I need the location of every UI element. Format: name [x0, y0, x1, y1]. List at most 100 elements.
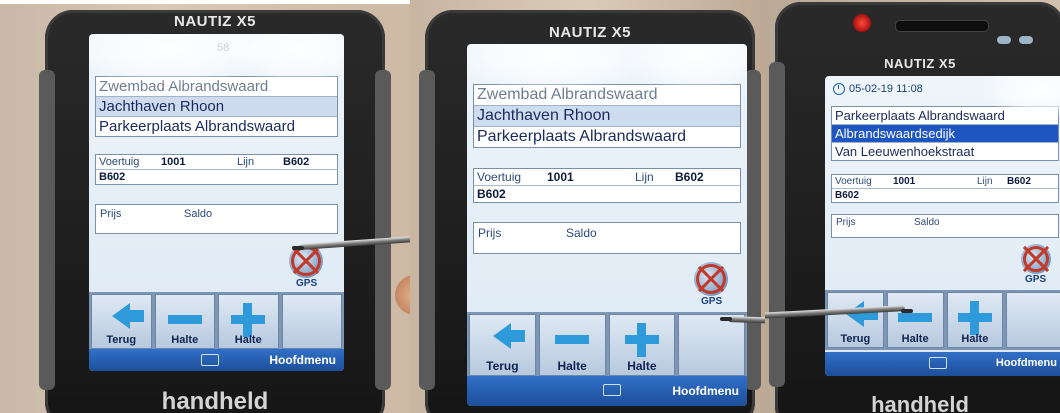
menu-bar: Hoofdmenu	[825, 352, 1060, 376]
stop-item[interactable]: Van Leeuwenhoekstraat	[832, 143, 1058, 160]
empty-button[interactable]	[281, 294, 342, 349]
button-bar: Terug Halte Halte	[467, 312, 747, 378]
device-brand: NAUTIZ X5	[548, 24, 631, 41]
stylus-tip	[901, 309, 913, 313]
main-menu-button[interactable]: Hoofdmenu	[269, 353, 336, 367]
device-brand: NAUTIZ X5	[173, 13, 256, 30]
minus-icon	[898, 313, 933, 322]
gps-label: GPS	[1025, 274, 1047, 285]
next-stop-label: Halte	[961, 333, 989, 345]
back-button[interactable]: Terug	[827, 292, 884, 348]
back-button-label: Terug	[840, 333, 871, 345]
route-row: B602	[832, 189, 1058, 202]
lijn-value: B602	[283, 156, 310, 168]
stop-item-selected[interactable]: Jachthaven Rhoon	[96, 97, 337, 117]
lijn-value: B602	[1007, 176, 1031, 187]
stylus-tip	[292, 246, 304, 250]
previous-stop-button[interactable]: Halte	[886, 292, 944, 348]
next-stop-button[interactable]: Halte	[218, 294, 279, 349]
next-stop-label: Halte	[627, 359, 657, 373]
vehicle-info: Voertuig 1001 Lijn B602 B602	[95, 154, 338, 185]
route-value: B602	[835, 190, 859, 201]
back-button-label: Terug	[106, 334, 137, 346]
route-value: B602	[99, 171, 126, 183]
menu-bar: Hoofdmenu	[89, 349, 344, 371]
next-stop-label: Halte	[234, 334, 262, 346]
stop-item-selected[interactable]: Albrandswaardsedijk	[832, 125, 1058, 143]
prijs-label: Prijs	[478, 226, 502, 240]
screen-glare	[467, 44, 647, 90]
main-menu-button[interactable]: Hoofdmenu	[996, 357, 1057, 369]
indicator-light	[997, 36, 1011, 44]
prijs-label: Prijs	[836, 217, 856, 228]
menu-bar: Hoofdmenu	[467, 376, 747, 406]
gps-button[interactable]	[1021, 244, 1051, 274]
lijn-value: B602	[675, 170, 704, 184]
device-grip-left	[769, 62, 785, 387]
main-menu-button[interactable]: Hoofdmenu	[672, 384, 739, 398]
gps-label: GPS	[296, 278, 318, 289]
next-stop-button[interactable]: Halte	[608, 314, 676, 376]
minus-icon	[167, 315, 202, 324]
device-brand: NAUTIZ X5	[884, 56, 956, 71]
voertuig-label: Voertuig	[477, 170, 522, 184]
gps-disabled-icon	[291, 246, 321, 276]
clock-icon	[833, 83, 845, 95]
indicator-light	[1019, 36, 1033, 44]
arrow-left-icon	[112, 303, 145, 329]
voertuig-label: Voertuig	[99, 156, 140, 168]
previous-stop-button[interactable]: Halte	[154, 294, 215, 349]
previous-stop-button[interactable]: Halte	[538, 314, 606, 376]
voertuig-label: Voertuig	[835, 176, 872, 187]
stop-item[interactable]: Parkeerplaats Albrandswaard	[96, 117, 337, 136]
price-box: Prijs Saldo	[95, 204, 338, 234]
saldo-label: Saldo	[566, 226, 597, 240]
vehicle-info: Voertuig 1001 Lijn B602 B602	[831, 174, 1059, 203]
photo-1: NAUTIZ X5 58 Zwembad Albrandswaard Jacht…	[0, 0, 410, 413]
device-grip-right	[375, 70, 391, 390]
device-screen: 05-02-19 11:08 Parkeerplaats Albrandswaa…	[825, 76, 1060, 376]
camera-icon	[853, 14, 871, 32]
minus-icon	[555, 335, 590, 344]
stop-list[interactable]: Zwembad Albrandswaard Jachthaven Rhoon P…	[95, 76, 338, 137]
next-stop-button[interactable]: Halte	[946, 292, 1004, 348]
empty-button[interactable]	[1006, 292, 1060, 348]
device-grip-left	[39, 70, 55, 390]
screen-glare	[627, 44, 747, 90]
empty-button[interactable]	[678, 314, 745, 376]
datetime: 05-02-19 11:08	[849, 83, 923, 95]
keyboard-icon[interactable]	[201, 354, 219, 366]
handheld-device: NAUTIZ X5 Zwembad Albrandswaard Jachthav…	[419, 10, 761, 413]
gps-label: GPS	[701, 296, 723, 307]
gps-disabled-icon	[1023, 246, 1049, 272]
stop-item-selected[interactable]: Jachthaven Rhoon	[474, 106, 740, 127]
button-bar: Terug Halte Halte	[89, 292, 344, 351]
keyboard-icon[interactable]	[603, 384, 621, 396]
stop-list[interactable]: Zwembad Albrandswaard Jachthaven Rhoon P…	[473, 84, 741, 148]
plus-icon	[624, 323, 659, 357]
photo-2: NAUTIZ X5 Zwembad Albrandswaard Jachthav…	[410, 0, 765, 413]
gps-button[interactable]	[694, 262, 728, 296]
handheld-device: NAUTIZ X5 58 Zwembad Albrandswaard Jacht…	[39, 10, 391, 413]
voertuig-value: 1001	[547, 170, 574, 184]
handheld-device: NAUTIZ X5 05-02-19 11:08 Parkeerplaats A…	[769, 2, 1060, 413]
stop-item[interactable]: Parkeerplaats Albrandswaard	[474, 127, 740, 147]
arrow-left-icon	[493, 323, 526, 349]
lijn-label: Lijn	[237, 156, 255, 168]
screen-glare	[229, 34, 344, 84]
device-maker: handheld	[871, 392, 969, 413]
plus-icon	[957, 301, 992, 335]
gps-disabled-icon	[696, 264, 726, 294]
previous-stop-label: Halte	[901, 333, 929, 345]
device-screen: Zwembad Albrandswaard Jachthaven Rhoon P…	[467, 44, 747, 406]
route-value: B602	[477, 187, 506, 201]
lijn-label: Lijn	[635, 170, 654, 184]
back-button[interactable]: Terug	[91, 294, 152, 349]
vehicle-row: Voertuig 1001 Lijn B602	[96, 155, 337, 170]
finger	[395, 275, 410, 315]
back-button-label: Terug	[486, 359, 519, 373]
lijn-label: Lijn	[977, 176, 993, 187]
keyboard-icon[interactable]	[929, 357, 947, 369]
back-button[interactable]: Terug	[469, 314, 536, 376]
status-row: 05-02-19 11:08	[833, 83, 923, 95]
